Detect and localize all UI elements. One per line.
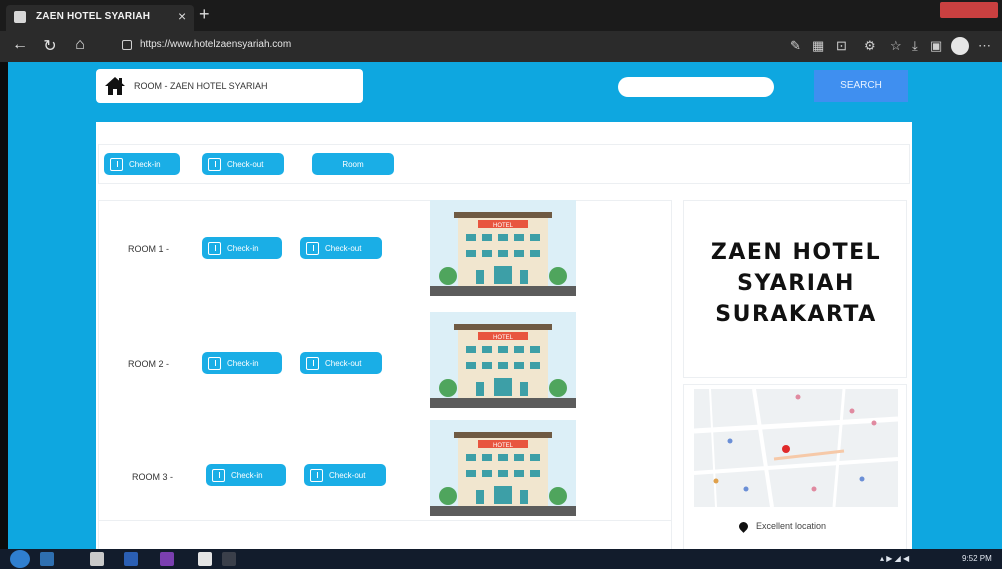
main-content: Check-in Check-out Room ROOM 1 - Check-i… — [96, 122, 912, 549]
explorer-icon[interactable] — [40, 552, 54, 566]
browser-tab-bar: ZAEN HOTEL SYARIAH × + — [0, 0, 1002, 31]
room-label: ROOM 3 - — [132, 472, 174, 482]
search-button[interactable]: SEARCH — [814, 70, 908, 102]
top-checkin-button[interactable]: Check-in — [104, 153, 180, 175]
profile-avatar[interactable] — [951, 37, 969, 55]
onenote-icon[interactable] — [160, 552, 174, 566]
door-icon — [306, 241, 319, 255]
collections-icon[interactable]: ▣ — [930, 38, 942, 54]
map-pin-icon — [737, 519, 750, 533]
hotel-sign: HOTEL — [493, 335, 514, 341]
top-checkout-label: Check-out — [227, 159, 264, 169]
hotel-title-line: SYARIAH — [737, 271, 855, 296]
location-map[interactable] — [694, 389, 898, 507]
hotel-image: HOTEL — [430, 312, 576, 408]
door-icon — [208, 157, 221, 171]
extension-icon[interactable]: ⚙ — [864, 38, 876, 54]
location-row: Excellent location — [737, 519, 827, 533]
checkin-label: Check-in — [231, 470, 263, 480]
favorites-icon[interactable]: ☆ — [890, 38, 902, 54]
room-label: ROOM 2 - — [128, 359, 170, 369]
download-icon[interactable]: ⤓ — [912, 38, 918, 54]
room-label: ROOM 1 - — [128, 244, 170, 254]
brand-box[interactable]: ROOM - ZAEN HOTEL SYARIAH — [96, 69, 363, 103]
word-icon[interactable] — [124, 552, 138, 566]
room1-checkout-button[interactable]: Check-out — [300, 237, 382, 259]
checkin-label: Check-in — [227, 358, 259, 368]
hotel-sign: HOTEL — [493, 223, 514, 229]
hotel-image: HOTEL — [430, 200, 576, 296]
rooms-panel — [98, 200, 672, 549]
home-icon — [105, 77, 125, 95]
room3-checkout-button[interactable]: Check-out — [304, 464, 386, 486]
window-controls[interactable] — [940, 2, 998, 18]
tray-icons[interactable]: ▴ ▶ ◢ ◀ — [880, 554, 909, 563]
refresh-icon[interactable]: ↻ — [40, 36, 60, 56]
room2-checkout-button[interactable]: Check-out — [300, 352, 382, 374]
room1-checkin-button[interactable]: Check-in — [202, 237, 282, 259]
browser-address-bar: ← ↻ ⌂ https://www.hotelzaensyariah.com ✎… — [0, 31, 1002, 62]
door-icon — [208, 356, 221, 370]
hotel-sign: HOTEL — [493, 443, 514, 449]
os-taskbar: ▴ ▶ ◢ ◀ 9:52 PM — [0, 549, 1002, 569]
door-icon — [110, 157, 123, 171]
hotel-title-line: SURAKARTA — [715, 302, 877, 327]
rooms-divider — [98, 520, 672, 521]
top-checkin-label: Check-in — [129, 159, 161, 169]
hotel-title: ZAEN HOTEL SYARIAH SURAKARTA — [684, 237, 908, 330]
checkin-label: Check-in — [227, 243, 259, 253]
top-room-button[interactable]: Room — [312, 153, 394, 175]
location-card: Excellent location — [683, 384, 907, 549]
back-icon[interactable]: ← — [10, 36, 30, 54]
taskbar-app-icon[interactable] — [90, 552, 104, 566]
favicon-icon — [14, 11, 26, 23]
start-button[interactable] — [10, 550, 30, 568]
url-field[interactable]: https://www.hotelzaensyariah.com — [140, 39, 291, 50]
room2-checkin-button[interactable]: Check-in — [202, 352, 282, 374]
door-icon — [310, 468, 323, 482]
browser-tab[interactable]: ZAEN HOTEL SYARIAH × — [6, 5, 194, 31]
web-page: ROOM - ZAEN HOTEL SYARIAH SEARCH Check-i… — [8, 62, 1002, 549]
close-tab-icon[interactable]: × — [178, 8, 186, 24]
notepad-icon[interactable] — [198, 552, 212, 566]
search-input[interactable] — [618, 77, 774, 97]
new-tab-icon[interactable]: + — [199, 4, 210, 25]
checkout-label: Check-out — [325, 243, 362, 253]
brand-title: ROOM - ZAEN HOTEL SYARIAH — [134, 81, 268, 91]
browser-taskbar-icon[interactable] — [222, 552, 236, 566]
door-icon — [208, 241, 221, 255]
more-menu-icon[interactable]: ⋯ — [978, 38, 991, 54]
top-room-label: Room — [342, 159, 364, 169]
home-nav-icon[interactable]: ⌂ — [70, 36, 90, 54]
apps-icon[interactable]: ▦ — [812, 38, 824, 54]
door-icon — [306, 356, 319, 370]
door-icon — [212, 468, 225, 482]
checkout-label: Check-out — [325, 358, 362, 368]
hotel-image: HOTEL — [430, 420, 576, 516]
tab-title: ZAEN HOTEL SYARIAH — [36, 11, 151, 22]
lock-icon — [122, 40, 132, 50]
clock: 9:52 PM — [962, 554, 992, 563]
checkout-label: Check-out — [329, 470, 366, 480]
room3-checkin-button[interactable]: Check-in — [206, 464, 286, 486]
location-text: Excellent location — [756, 521, 827, 531]
top-checkout-button[interactable]: Check-out — [202, 153, 284, 175]
hotel-title-card: ZAEN HOTEL SYARIAH SURAKARTA — [683, 200, 907, 378]
reader-icon[interactable]: ✎ — [790, 38, 801, 54]
tab-action-icon[interactable]: ⊡ — [836, 38, 847, 54]
hotel-title-line: ZAEN HOTEL — [710, 240, 882, 265]
